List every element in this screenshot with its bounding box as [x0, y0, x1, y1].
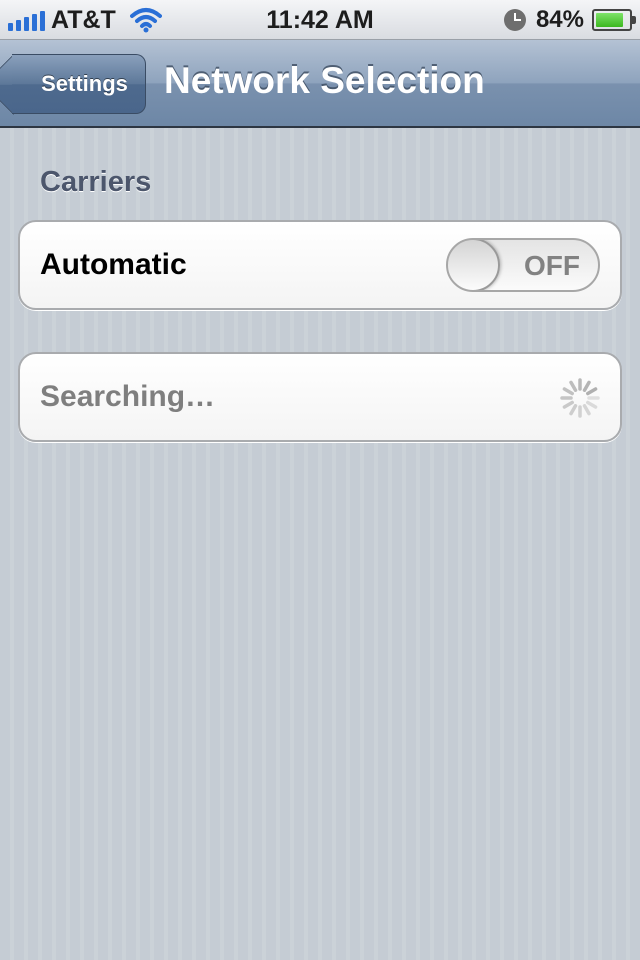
alarm-clock-icon: [503, 9, 526, 31]
toggle-state-label: OFF: [524, 250, 580, 281]
battery-icon: [592, 9, 636, 31]
section-header-carriers: Carriers: [40, 166, 152, 198]
spinner-spoke: [569, 380, 578, 392]
automatic-toggle[interactable]: OFF: [446, 238, 600, 292]
battery-fill: [596, 13, 623, 27]
page-title: Network Selection: [164, 60, 485, 101]
back-button-wrapper: Settings: [0, 40, 160, 128]
activity-spinner-icon: [560, 378, 600, 418]
searching-label: Searching…: [40, 380, 216, 413]
status-bar: AT&T 11:42 AM 84%: [0, 0, 640, 40]
spinner-spoke: [562, 387, 574, 396]
automatic-cell: Automatic OFF: [18, 220, 622, 310]
spinner-spoke: [586, 400, 598, 409]
spinner-spoke: [562, 400, 574, 409]
navigation-bar: Settings Network Selection: [0, 40, 640, 128]
battery-percent: 84%: [535, 6, 584, 33]
spinner-spoke: [586, 387, 598, 396]
toggle-knob[interactable]: [448, 240, 500, 290]
status-right: 84%: [503, 0, 636, 40]
back-button[interactable]: Settings: [12, 54, 146, 114]
back-button-label: Settings: [41, 71, 128, 96]
spinner-spoke: [582, 404, 591, 416]
searching-cell: Searching…: [18, 352, 622, 442]
spinner-spoke: [569, 404, 578, 416]
spinner-spoke: [582, 380, 591, 392]
automatic-label: Automatic: [40, 248, 187, 281]
